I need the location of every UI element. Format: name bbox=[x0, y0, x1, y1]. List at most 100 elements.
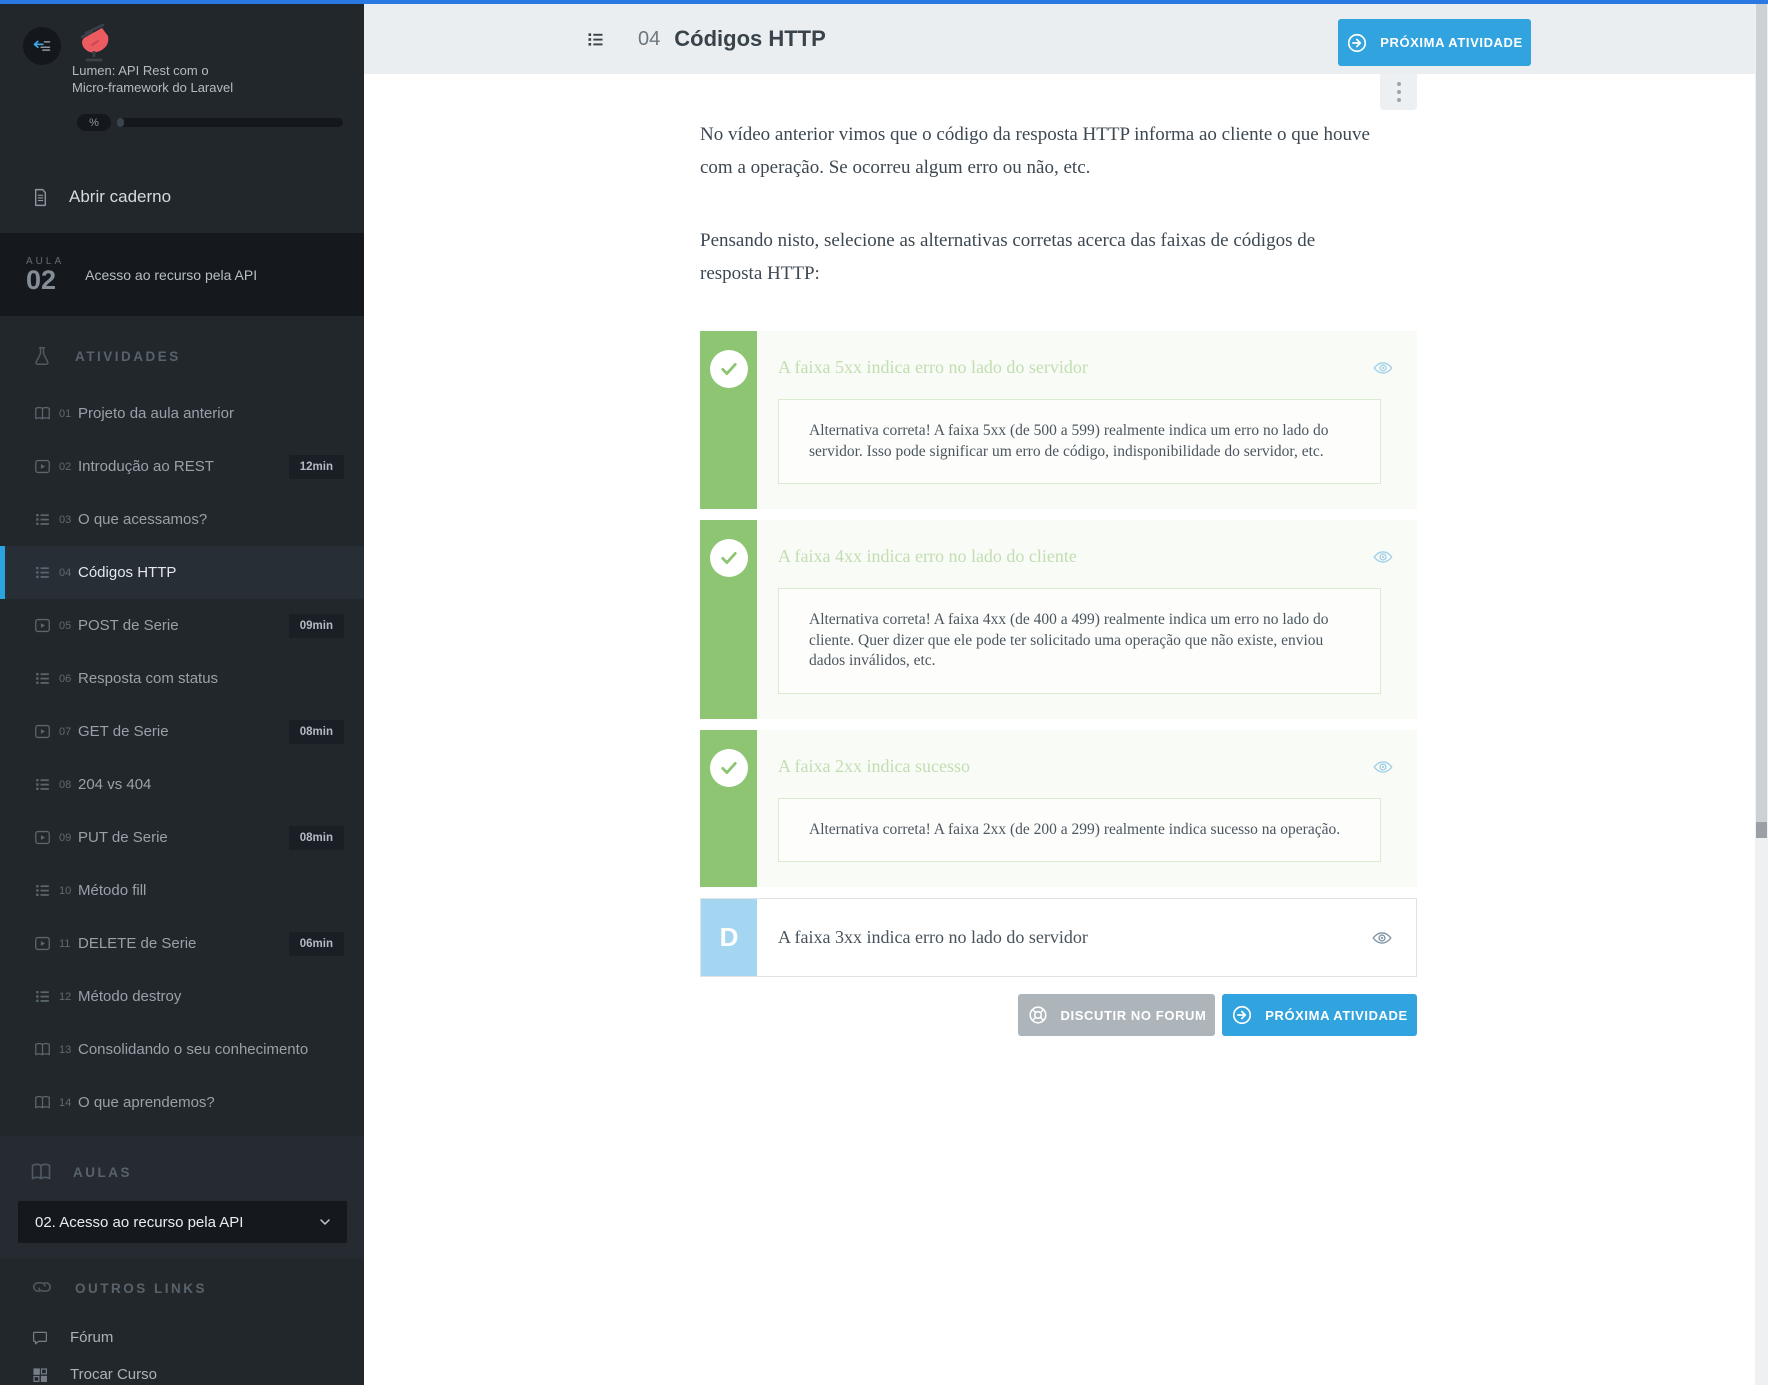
chevron-down-icon bbox=[317, 1214, 333, 1230]
activity-number: 08 bbox=[59, 779, 75, 791]
sidebar-item-consolidando-o-seu-conhecimento[interactable]: 13 Consolidando o seu conhecimento bbox=[0, 1023, 364, 1076]
collapse-arrow-icon bbox=[32, 36, 52, 56]
next-activity-label: PRÓXIMA ATIVIDADE bbox=[1265, 1008, 1408, 1023]
sidebar: Lumen: API Rest com o Micro-framework do… bbox=[0, 4, 364, 1385]
correct-marker-strip bbox=[700, 520, 757, 719]
activity-label: 204 vs 404 bbox=[78, 776, 151, 793]
activity-number: 12 bbox=[59, 991, 75, 1003]
chat-icon bbox=[31, 1329, 49, 1347]
activity-number: 10 bbox=[59, 885, 75, 897]
page-title: Códigos HTTP bbox=[674, 26, 826, 52]
activity-number: 14 bbox=[59, 1097, 75, 1109]
sidebar-header: Lumen: API Rest com o Micro-framework do… bbox=[0, 4, 364, 164]
activity-number: 01 bbox=[59, 408, 75, 420]
book-open-icon bbox=[33, 404, 52, 423]
duration-badge: 06min bbox=[289, 932, 344, 956]
lesson-number-block: AULA 02 bbox=[26, 256, 64, 293]
next-activity-button-top[interactable]: PRÓXIMA ATIVIDADE bbox=[1338, 19, 1531, 66]
activity-number: 11 bbox=[59, 938, 75, 950]
answer-body: A faixa 4xx indica erro no lado do clien… bbox=[757, 520, 1417, 719]
list-icon bbox=[33, 775, 52, 794]
eye-icon[interactable] bbox=[1372, 357, 1394, 379]
check-circle-icon bbox=[710, 749, 748, 787]
lesson-select-dropdown[interactable]: 02. Acesso ao recurso pela API bbox=[18, 1201, 347, 1243]
activity-number: 07 bbox=[59, 726, 75, 738]
arrow-circle-icon bbox=[1231, 1004, 1253, 1026]
lessons-section-header: AULAS bbox=[0, 1160, 364, 1184]
question-actions: DISCUTIR NO FORUM PRÓXIMA ATIVIDADE bbox=[700, 994, 1417, 1036]
activity-label: Projeto da aula anterior bbox=[78, 405, 234, 422]
sidebar-item-o-que-acessamos[interactable]: 03 O que acessamos? bbox=[0, 493, 364, 546]
sidebar-link-trocar-curso[interactable]: Trocar Curso bbox=[0, 1356, 364, 1393]
open-notebook-button[interactable]: Abrir caderno bbox=[0, 172, 364, 222]
correct-marker-strip bbox=[700, 730, 757, 888]
sidebar-item-put-de-serie[interactable]: 09 PUT de Serie 08min bbox=[0, 811, 364, 864]
activity-number: 04 bbox=[638, 28, 660, 51]
next-activity-button-bottom[interactable]: PRÓXIMA ATIVIDADE bbox=[1222, 994, 1417, 1036]
lesson-select-value: 02. Acesso ao recurso pela API bbox=[35, 1214, 243, 1231]
activity-number: 06 bbox=[59, 673, 75, 685]
sidebar-item-codigos-http[interactable]: 04 Códigos HTTP bbox=[0, 546, 364, 599]
sidebar-item-delete-de-serie[interactable]: 11 DELETE de Serie 06min bbox=[0, 917, 364, 970]
sidebar-item-metodo-destroy[interactable]: 12 Método destroy bbox=[0, 970, 364, 1023]
answer-explanation: Alternativa correta! A faixa 4xx (de 400… bbox=[778, 588, 1381, 694]
video-icon bbox=[33, 828, 52, 847]
answer-explanation: Alternativa correta! A faixa 5xx (de 500… bbox=[778, 399, 1381, 484]
book-open-icon bbox=[33, 1040, 52, 1059]
vertical-scrollbar[interactable] bbox=[1755, 4, 1768, 1385]
eye-icon[interactable] bbox=[1371, 927, 1393, 949]
check-circle-icon bbox=[710, 539, 748, 577]
eye-icon[interactable] bbox=[1372, 546, 1394, 568]
book-open-icon bbox=[33, 1093, 52, 1112]
activity-label: Introdução ao REST bbox=[78, 458, 214, 475]
lessons-header-label: AULAS bbox=[73, 1165, 132, 1180]
answer-option-correct-4xx[interactable]: A faixa 4xx indica erro no lado do clien… bbox=[700, 520, 1417, 719]
answer-title: A faixa 5xx indica erro no lado do servi… bbox=[778, 357, 1394, 378]
sidebar-item-get-de-serie[interactable]: 07 GET de Serie 08min bbox=[0, 705, 364, 758]
sidebar-item-introducao-ao-rest[interactable]: 02 Introdução ao REST 12min bbox=[0, 440, 364, 493]
answer-option-correct-2xx[interactable]: A faixa 2xx indica sucesso Alternativa c… bbox=[700, 730, 1417, 888]
list-icon bbox=[33, 881, 52, 900]
course-progress-bar bbox=[117, 118, 343, 127]
link-icon bbox=[31, 1276, 53, 1300]
course-progress-fill bbox=[117, 118, 124, 127]
current-lesson-banner: AULA 02 Acesso ao recurso pela API bbox=[0, 233, 364, 316]
activity-title-group: 04 Códigos HTTP bbox=[585, 4, 826, 74]
scrollbar-thumb-end[interactable] bbox=[1756, 822, 1767, 838]
sidebar-item-projeto-da-aula-anterior[interactable]: 01 Projeto da aula anterior bbox=[0, 387, 364, 440]
open-notebook-label: Abrir caderno bbox=[69, 187, 171, 207]
sidebar-link-forum[interactable]: Fórum bbox=[0, 1319, 364, 1356]
activity-label: Método destroy bbox=[78, 988, 181, 1005]
duration-badge: 08min bbox=[289, 826, 344, 850]
scrollbar-thumb[interactable] bbox=[1756, 4, 1767, 822]
answer-option-unselected-3xx[interactable]: D A faixa 3xx indica erro no lado do ser… bbox=[700, 898, 1417, 977]
activity-number: 05 bbox=[59, 620, 75, 632]
activity-number: 09 bbox=[59, 832, 75, 844]
activity-label: Códigos HTTP bbox=[78, 564, 176, 581]
eye-icon[interactable] bbox=[1372, 756, 1394, 778]
progress-percent-badge: % bbox=[77, 114, 111, 131]
next-activity-label: PRÓXIMA ATIVIDADE bbox=[1380, 35, 1523, 50]
answer-option-correct-5xx[interactable]: A faixa 5xx indica erro no lado do servi… bbox=[700, 331, 1417, 509]
answer-explanation: Alternativa correta! A faixa 2xx (de 200… bbox=[778, 798, 1381, 863]
activity-label: Consolidando o seu conhecimento bbox=[78, 1041, 308, 1058]
collapse-sidebar-button[interactable] bbox=[23, 27, 61, 65]
more-options-button[interactable] bbox=[1380, 74, 1417, 110]
option-letter-badge: D bbox=[701, 899, 757, 976]
sidebar-item-resposta-com-status[interactable]: 06 Resposta com status bbox=[0, 652, 364, 705]
video-icon bbox=[33, 722, 52, 741]
list-icon bbox=[33, 669, 52, 688]
sidebar-item-o-que-aprendemos[interactable]: 14 O que aprendemos? bbox=[0, 1076, 364, 1129]
grid-icon bbox=[31, 1366, 49, 1384]
link-label: Fórum bbox=[70, 1329, 113, 1346]
duration-badge: 12min bbox=[289, 455, 344, 479]
discuss-forum-button[interactable]: DISCUTIR NO FORUM bbox=[1018, 994, 1215, 1036]
sidebar-item-metodo-fill[interactable]: 10 Método fill bbox=[0, 864, 364, 917]
discuss-forum-label: DISCUTIR NO FORUM bbox=[1061, 1008, 1207, 1023]
answer-title: A faixa 4xx indica erro no lado do clien… bbox=[778, 546, 1394, 567]
link-label: Trocar Curso bbox=[70, 1366, 157, 1383]
sidebar-item-post-de-serie[interactable]: 05 POST de Serie 09min bbox=[0, 599, 364, 652]
sidebar-item-204-vs-404[interactable]: 08 204 vs 404 bbox=[0, 758, 364, 811]
activity-label: O que acessamos? bbox=[78, 511, 207, 528]
correct-marker-strip bbox=[700, 331, 757, 509]
